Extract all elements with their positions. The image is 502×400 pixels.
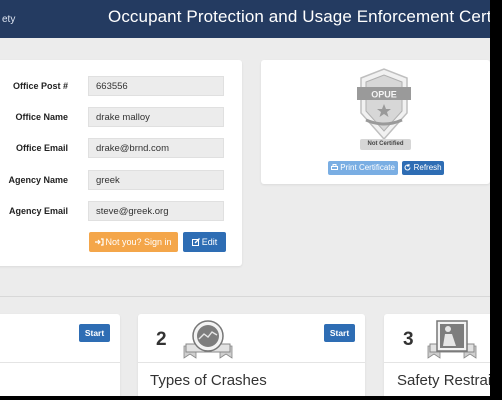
module-card-2: 2 Start Types of Crashes [138,314,365,396]
module-card-1: Start [0,314,120,396]
refresh-icon [404,164,411,171]
officer-profile-card: Office Post # Office Name Office Email A… [0,60,242,266]
sign-in-icon [95,238,105,246]
print-certificate-label: Print Certificate [340,163,395,172]
brand-name[interactable]: ety [2,14,15,25]
print-icon [331,164,339,170]
edit-icon [191,238,200,246]
office-name-label: Office Name [15,112,68,122]
crash-badge-icon [183,320,233,359]
module-card-divider [384,362,490,363]
agency-name-field[interactable] [88,170,224,190]
refresh-label: Refresh [413,163,442,172]
office-name-field[interactable] [88,107,224,127]
office-post-field[interactable] [88,76,224,96]
signin-label: Not you? Sign in [105,237,172,247]
signin-button[interactable]: Not you? Sign in [89,232,178,252]
agency-email-field[interactable] [88,201,224,221]
module-2-start-button[interactable]: Start [324,324,355,342]
office-email-label: Office Email [15,143,68,153]
edit-label: Edit [201,237,218,247]
top-navbar: ety Occupant Protection and Usage Enforc… [0,0,490,38]
badge-text: OPUE [371,90,397,100]
module-number: 3 [403,329,414,350]
module-title: Types of Crashes [150,372,267,389]
opue-badge-icon: OPUE [357,68,411,140]
refresh-button[interactable]: Refresh [402,161,444,175]
module-card-3: 3 Safety Restraints [384,314,490,396]
office-post-label: Office Post # [12,81,68,91]
module-number: 2 [156,329,167,350]
certificate-card: OPUE Not Certified Print Certificate Ref… [261,60,490,184]
app-screen: ety Occupant Protection and Usage Enforc… [0,0,490,396]
edit-button[interactable]: Edit [183,232,226,252]
print-certificate-button[interactable]: Print Certificate [328,161,398,175]
agency-email-label: Agency Email [8,206,68,216]
certification-status-badge: Not Certified [360,139,411,150]
restraint-badge-icon [427,320,477,359]
module-1-start-button[interactable]: Start [79,324,110,342]
module-title: Safety Restraints [397,372,490,389]
office-email-field[interactable] [88,138,224,158]
module-card-divider [138,362,365,363]
module-card-divider [0,362,120,363]
page-title: Occupant Protection and Usage Enforcemen… [108,7,490,26]
agency-name-label: Agency Name [8,175,68,185]
section-divider [0,296,490,297]
